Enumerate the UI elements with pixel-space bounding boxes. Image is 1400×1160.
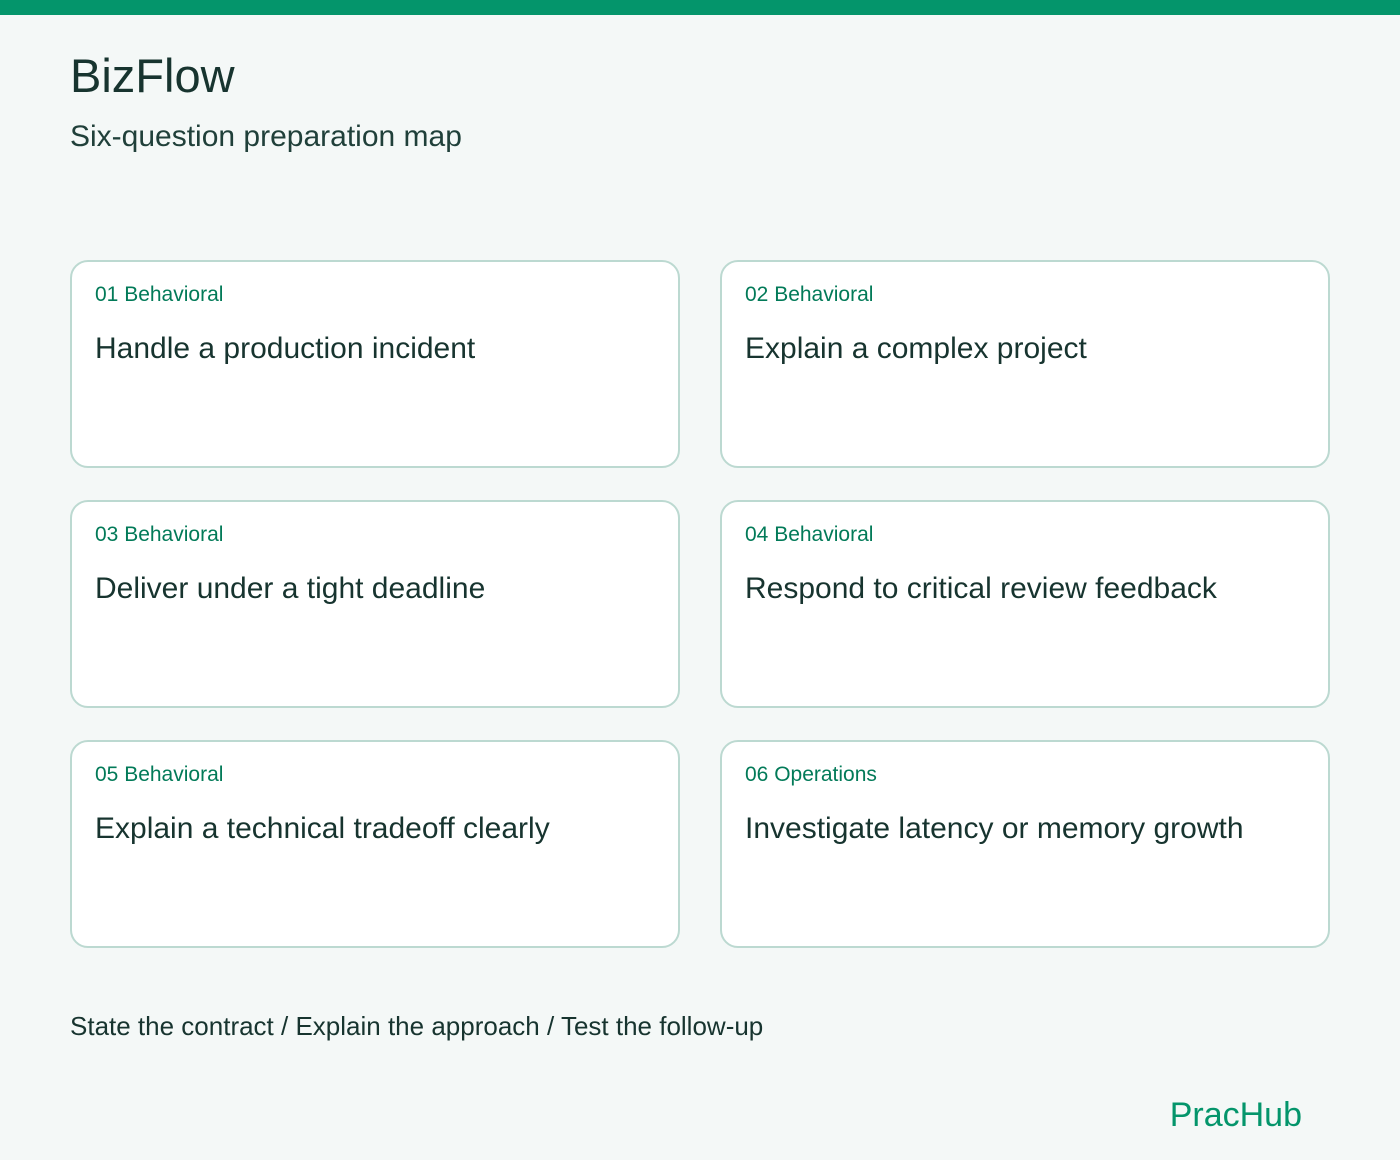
question-card-tag: 04 Behavioral [745,523,874,546]
page-title: BizFlow [70,49,235,102]
question-card-tag: 05 Behavioral [95,763,224,786]
footer-steps: State the contract / Explain the approac… [70,1011,764,1041]
question-card-tag: 06 Operations [745,763,877,786]
question-card-grid: 01 Behavioral Handle a production incide… [70,260,1330,948]
brand-logo-text: PracHub [1169,1096,1302,1134]
question-card-tag: 01 Behavioral [95,283,224,306]
question-card-tag: 02 Behavioral [745,283,874,306]
page-subtitle: Six-question preparation map [70,120,462,153]
question-card-title: Investigate latency or memory growth [745,812,1244,845]
top-accent-bar [0,0,1400,15]
question-card-3[interactable]: 03 Behavioral Deliver under a tight dead… [70,500,680,708]
question-card-1[interactable]: 01 Behavioral Handle a production incide… [70,260,680,468]
question-card-title: Explain a complex project [745,332,1087,365]
question-card-title: Respond to critical review feedback [745,572,1217,605]
question-card-tag: 03 Behavioral [95,523,224,546]
question-card-6[interactable]: 06 Operations Investigate latency or mem… [720,740,1330,948]
question-card-title: Deliver under a tight deadline [95,572,486,605]
question-card-4[interactable]: 04 Behavioral Respond to critical review… [720,500,1330,708]
question-card-title: Explain a technical tradeoff clearly [95,812,550,845]
question-card-5[interactable]: 05 Behavioral Explain a technical tradeo… [70,740,680,948]
question-card-2[interactable]: 02 Behavioral Explain a complex project [720,260,1330,468]
question-card-title: Handle a production incident [95,332,476,365]
